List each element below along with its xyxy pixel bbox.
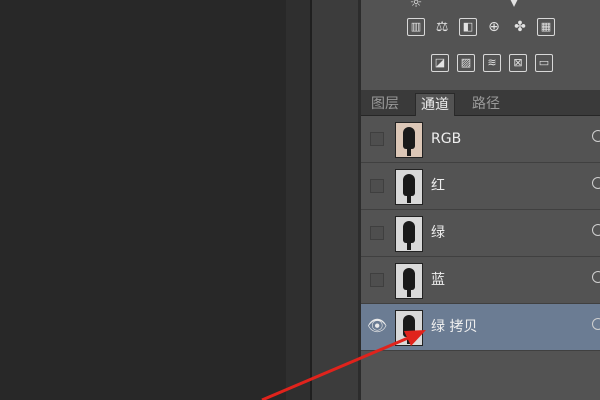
channel-thumbnail bbox=[395, 216, 423, 252]
visibility-toggle[interactable] bbox=[370, 226, 384, 240]
channel-thumbnail bbox=[395, 310, 423, 346]
selective-color-icon[interactable]: ▭ bbox=[535, 54, 553, 72]
vibrance-icon[interactable]: ▾ bbox=[505, 0, 523, 12]
posterize-icon[interactable]: ▨ bbox=[457, 54, 475, 72]
adjustments-row-2: ◪ ▨ ≋ ⊠ ▭ bbox=[431, 54, 553, 72]
gradient-map-icon[interactable]: ⊠ bbox=[509, 54, 527, 72]
channel-name: 红 bbox=[431, 178, 445, 194]
photo-filter-icon[interactable]: ⊕ bbox=[485, 18, 503, 36]
threshold-icon[interactable]: ≋ bbox=[483, 54, 501, 72]
tab-layers[interactable]: 图层 bbox=[366, 93, 404, 115]
levels-icon[interactable]: ▥ bbox=[407, 18, 425, 36]
adjustments-panel: ☼ ▾ ▥ ⚖ ◧ ⊕ ✤ ▦ ◪ ▨ ≋ ⊠ ▭ bbox=[361, 0, 600, 90]
channel-row-red[interactable]: 红 bbox=[361, 163, 600, 210]
channel-mixer-icon[interactable]: ✤ bbox=[511, 18, 529, 36]
channel-name: 绿 bbox=[431, 225, 445, 241]
channel-thumbnail bbox=[395, 169, 423, 205]
tab-paths[interactable]: 路径 bbox=[467, 93, 505, 115]
visibility-toggle[interactable] bbox=[370, 273, 384, 287]
channel-row-rgb[interactable]: RGB bbox=[361, 116, 600, 163]
channel-name: RGB bbox=[431, 131, 462, 147]
balance-icon[interactable]: ⚖ bbox=[433, 18, 451, 36]
channel-thumbnail bbox=[395, 122, 423, 158]
channel-row-green-copy[interactable]: 👁 绿 拷贝 bbox=[361, 304, 600, 351]
tab-channels[interactable]: 通道 bbox=[415, 93, 455, 116]
channel-name: 蓝 bbox=[431, 272, 445, 288]
invert-icon[interactable]: ◪ bbox=[431, 54, 449, 72]
document-canvas[interactable] bbox=[0, 0, 286, 400]
black-white-icon[interactable]: ◧ bbox=[459, 18, 477, 36]
eye-icon[interactable]: 👁 bbox=[367, 316, 387, 336]
adjustments-row-top: ☼ ▾ bbox=[407, 0, 523, 12]
channel-name: 绿 拷贝 bbox=[431, 319, 478, 335]
shortcut-indicator bbox=[592, 130, 600, 142]
exposure-icon[interactable] bbox=[471, 0, 493, 12]
visibility-toggle[interactable] bbox=[370, 179, 384, 193]
visibility-toggle[interactable] bbox=[370, 132, 384, 146]
panel-tabs: 图层 通道 路径 bbox=[361, 90, 600, 116]
color-lookup-icon[interactable]: ▦ bbox=[537, 18, 555, 36]
shortcut-indicator bbox=[592, 177, 600, 189]
channel-row-green[interactable]: 绿 bbox=[361, 210, 600, 257]
channel-row-blue[interactable]: 蓝 bbox=[361, 257, 600, 304]
brightness-icon[interactable]: ☼ bbox=[407, 0, 425, 12]
shortcut-indicator bbox=[592, 224, 600, 236]
curves-icon[interactable] bbox=[437, 0, 459, 12]
channel-thumbnail bbox=[395, 263, 423, 299]
adjustments-row-1: ▥ ⚖ ◧ ⊕ ✤ ▦ bbox=[407, 18, 555, 36]
shortcut-indicator bbox=[592, 318, 600, 330]
shortcut-indicator bbox=[592, 271, 600, 283]
channels-list: RGB 红 绿 蓝 👁 绿 拷贝 bbox=[361, 116, 600, 400]
panel-dock-gap bbox=[312, 0, 360, 400]
canvas-scroll-strip bbox=[286, 0, 310, 400]
